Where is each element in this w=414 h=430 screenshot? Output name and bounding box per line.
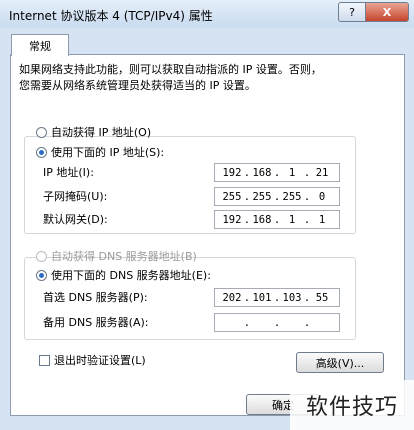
radio-circle <box>36 250 47 262</box>
ip-auto-radio[interactable]: 自动获得 IP 地址(O) <box>36 124 151 140</box>
ip-octet: 21 <box>315 166 329 179</box>
gateway-octet: 192 <box>222 213 242 226</box>
tab-strip: 常规 <box>9 30 405 56</box>
radio-circle-selected <box>36 146 47 158</box>
alternate-dns-input[interactable]: . . . <box>214 313 340 332</box>
window-title: Internet 协议版本 4 (TCP/IPv4) 属性 <box>9 9 213 23</box>
preferred-dns-label: 首选 DNS 服务器(P): <box>43 291 148 304</box>
ip-address-label: IP 地址(I): <box>43 166 94 179</box>
ip-octet: 1 <box>288 166 296 179</box>
dns-auto-radio[interactable]: 自动获得 DNS 服务器地址(B) <box>36 248 197 264</box>
mask-octet: 0 <box>318 190 326 203</box>
gateway-octet: 168 <box>252 213 272 226</box>
description-line-1: 如果网络支持此功能，则可以获取自动指派的 IP 设置。否则， <box>19 63 322 76</box>
dns-manual-radio[interactable]: 使用下面的 DNS 服务器地址(E): <box>36 267 211 283</box>
gateway-octet: 1 <box>288 213 296 226</box>
ip-manual-radio[interactable]: 使用下面的 IP 地址(S): <box>36 144 165 160</box>
mask-octet: 255 <box>282 190 302 203</box>
radio-circle <box>36 126 47 138</box>
validate-settings-label: 退出时验证设置(L) <box>54 354 146 367</box>
ip-manual-label: 使用下面的 IP 地址(S): <box>51 146 165 159</box>
description-line-2: 您需要从网络系统管理员处获得适当的 IP 设置。 <box>19 79 256 92</box>
gateway-octet: 1 <box>318 213 326 226</box>
advanced-button[interactable]: 高级(V)... <box>296 352 384 373</box>
help-icon: ? <box>349 5 355 19</box>
close-button[interactable]: X <box>365 2 409 22</box>
dns-octet: 101 <box>252 291 272 304</box>
watermark: 软件技巧 <box>290 380 414 430</box>
dns-octet: 103 <box>282 291 302 304</box>
dns-octet: 202 <box>222 291 242 304</box>
alternate-dns-label: 备用 DNS 服务器(A): <box>43 316 149 329</box>
help-button[interactable]: ? <box>338 2 366 22</box>
title-bar: Internet 协议版本 4 (TCP/IPv4) 属性 ? X <box>0 0 414 28</box>
description-text: 如果网络支持此功能，则可以获取自动指派的 IP 设置。否则， 您需要从网络系统管… <box>19 62 389 94</box>
checkbox-box <box>39 354 50 366</box>
ip-auto-label: 自动获得 IP 地址(O) <box>51 126 152 139</box>
ip-octet: 192 <box>222 166 242 179</box>
close-icon: X <box>382 5 392 19</box>
gateway-input[interactable]: 192. 168. 1. 1 <box>214 210 340 229</box>
ip-octet: 168 <box>252 166 272 179</box>
dns-auto-label: 自动获得 DNS 服务器地址(B) <box>51 250 197 263</box>
tab-general[interactable]: 常规 <box>11 34 69 56</box>
validate-settings-checkbox[interactable]: 退出时验证设置(L) <box>39 352 146 368</box>
gateway-label: 默认网关(D): <box>43 213 108 226</box>
subnet-mask-label: 子网掩码(U): <box>43 190 108 203</box>
ip-address-input[interactable]: 192. 168. 1. 21 <box>214 163 340 182</box>
dns-octet: 55 <box>315 291 329 304</box>
dns-manual-label: 使用下面的 DNS 服务器地址(E): <box>51 269 211 282</box>
mask-octet: 255 <box>222 190 242 203</box>
mask-octet: 255 <box>252 190 272 203</box>
radio-circle-selected <box>36 269 47 281</box>
preferred-dns-input[interactable]: 202. 101. 103. 55 <box>214 288 340 307</box>
subnet-mask-input[interactable]: 255. 255. 255. 0 <box>214 187 340 206</box>
